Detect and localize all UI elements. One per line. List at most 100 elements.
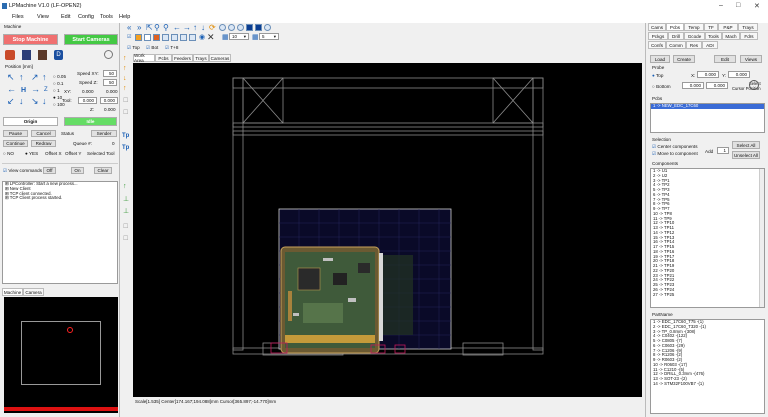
menu-files[interactable]: Files: [12, 14, 24, 20]
zoom-in-icon[interactable]: ⚲: [154, 23, 160, 32]
edit-button[interactable]: Edit: [714, 55, 736, 63]
speed-xy-input[interactable]: 50: [103, 70, 117, 77]
step-radio-1[interactable]: ○ 0.1: [53, 81, 63, 86]
add-input[interactable]: 1: [717, 147, 729, 154]
pan-down-icon[interactable]: ↓: [201, 23, 205, 32]
pan-up-icon[interactable]: ↑: [193, 23, 197, 32]
start-cameras-button[interactable]: Start Cameras: [64, 34, 118, 45]
no-radio[interactable]: ○ NO: [3, 151, 14, 156]
pan-left-icon[interactable]: ←: [173, 23, 181, 32]
tab-confs[interactable]: Confs: [648, 41, 666, 49]
list-item[interactable]: 27 -> TP25: [651, 292, 764, 298]
tp-icon[interactable]: Tp: [122, 145, 129, 151]
list-item[interactable]: 1 -> NEW_EDC_17C60: [651, 104, 764, 109]
jog-down-left-icon[interactable]: ↙: [7, 97, 15, 106]
strip-icon[interactable]: ⊥: [123, 207, 129, 215]
step-select[interactable]: 5 ▾: [259, 33, 279, 40]
tab-cams[interactable]: Cams: [648, 23, 666, 31]
grid-icon[interactable]: ▦: [222, 33, 229, 41]
bot-layer-radio[interactable]: ☑ Bot: [146, 45, 158, 51]
step-radio-0[interactable]: ○ 0.05: [53, 74, 66, 79]
layer-toggle-icon[interactable]: [264, 24, 271, 31]
tab-tools[interactable]: Tools: [705, 32, 722, 40]
cross-cursor-icon[interactable]: ✕: [207, 32, 215, 43]
on-button[interactable]: On: [71, 167, 84, 174]
tp-layer-icon[interactable]: [144, 34, 151, 41]
brush-icon[interactable]: [5, 50, 15, 60]
yes-radio[interactable]: ● YES: [25, 151, 38, 156]
stop-machine-button[interactable]: Stop Machine: [3, 34, 58, 45]
settings-icon[interactable]: [104, 50, 113, 59]
zoom-out-icon[interactable]: ⚲: [163, 23, 169, 32]
strip-icon[interactable]: ↑: [123, 55, 127, 62]
parts-list[interactable]: 1 -> EDC_17C60_T75 -(1) 2 -> EDC_17C60_T3…: [650, 319, 765, 414]
probe-x-input[interactable]: 0.000: [697, 71, 719, 78]
fit-icon[interactable]: ⇱: [146, 23, 153, 32]
tool-x-input[interactable]: 0.000: [78, 97, 97, 104]
menu-view[interactable]: View: [37, 14, 49, 20]
top-layer-radio[interactable]: ☑ Top: [127, 45, 140, 51]
strip-icon[interactable]: ↑: [123, 85, 127, 92]
step-radio-3[interactable]: ● 10: [53, 95, 62, 100]
strip-icon[interactable]: ⊥: [123, 195, 129, 203]
strip-icon[interactable]: ☐: [123, 235, 128, 242]
grid-layer-icon[interactable]: [189, 34, 196, 41]
jog-up-icon[interactable]: ↑: [19, 73, 24, 82]
layer-toggle-icon[interactable]: [237, 24, 244, 31]
redraw-button[interactable]: Redraw: [31, 140, 56, 147]
layer-toggle-icon[interactable]: [255, 24, 262, 31]
tab-pcbs[interactable]: Pcbs: [666, 23, 684, 31]
tab-pcbs[interactable]: Pcbs: [155, 54, 172, 62]
grid-layer-icon[interactable]: [162, 34, 169, 41]
jog-down-icon[interactable]: ↓: [19, 97, 24, 106]
trash-icon[interactable]: [38, 50, 47, 60]
close-icon[interactable]: ✕: [754, 2, 760, 10]
jog-left-icon[interactable]: ←: [7, 85, 16, 94]
tp-icon[interactable]: Tp: [122, 133, 129, 139]
scrollbar[interactable]: [759, 169, 764, 307]
clipboard-icon[interactable]: [22, 50, 31, 60]
layer-toggle-icon[interactable]: [219, 24, 226, 31]
sender-button[interactable]: Sender: [91, 130, 117, 137]
tab-machine[interactable]: Machine: [2, 288, 23, 296]
cancel-button[interactable]: Cancel: [31, 130, 56, 137]
strip-icon[interactable]: ↑: [123, 183, 127, 190]
bottom-y-input[interactable]: 0.000: [706, 82, 728, 89]
pause-button[interactable]: Pause: [3, 130, 28, 137]
origin-button[interactable]: Origin: [3, 117, 58, 126]
tool-y-input[interactable]: 0.000: [100, 97, 118, 104]
layer-check-icon[interactable]: ☑: [127, 34, 131, 40]
target-icon[interactable]: [749, 80, 759, 90]
bottom-x-input[interactable]: 0.000: [682, 82, 704, 89]
strip-icon[interactable]: ↓: [123, 75, 127, 82]
view-commands-checkbox[interactable]: ☑ View commands: [3, 168, 42, 174]
tab-camera[interactable]: Camera: [23, 288, 44, 296]
clear-button[interactable]: Clear: [94, 167, 112, 174]
tab-work-area[interactable]: Work Area: [133, 53, 155, 63]
strip-icon[interactable]: ↑: [123, 65, 127, 72]
menu-config[interactable]: Config: [78, 14, 94, 20]
component-layer-icon[interactable]: [135, 34, 142, 41]
tab-drill[interactable]: Drill: [668, 32, 684, 40]
menu-help[interactable]: Help: [119, 14, 130, 20]
grid-layer-icon[interactable]: [180, 34, 187, 41]
unselect-all-button[interactable]: Unselect All: [732, 151, 760, 159]
probe-top-radio[interactable]: ● Top: [652, 73, 663, 78]
menu-tools[interactable]: Tools: [100, 14, 113, 20]
probe-bottom-radio[interactable]: ○ Bottom: [652, 84, 671, 89]
layer-toggle-icon[interactable]: [246, 24, 253, 31]
pad-layer-icon[interactable]: [153, 34, 160, 41]
collapse-left-icon[interactable]: «: [127, 23, 131, 32]
menu-edit[interactable]: Edit: [61, 14, 70, 20]
grid-step-icon[interactable]: ▦: [252, 33, 259, 41]
tab-pnp[interactable]: P&P: [718, 23, 738, 31]
jog-home-label[interactable]: H: [21, 87, 26, 94]
pan-right-icon[interactable]: →: [183, 23, 191, 32]
strip-icon[interactable]: ☐: [123, 109, 128, 116]
pcbs-list[interactable]: 1 -> NEW_EDC_17C60: [650, 103, 765, 133]
grid-layer-icon[interactable]: [171, 34, 178, 41]
d-icon[interactable]: D: [54, 50, 63, 60]
tab-pckgs[interactable]: Pckgs: [648, 32, 668, 40]
tab-cameras[interactable]: Cameras: [209, 54, 231, 62]
tab-res[interactable]: Res: [686, 41, 702, 49]
